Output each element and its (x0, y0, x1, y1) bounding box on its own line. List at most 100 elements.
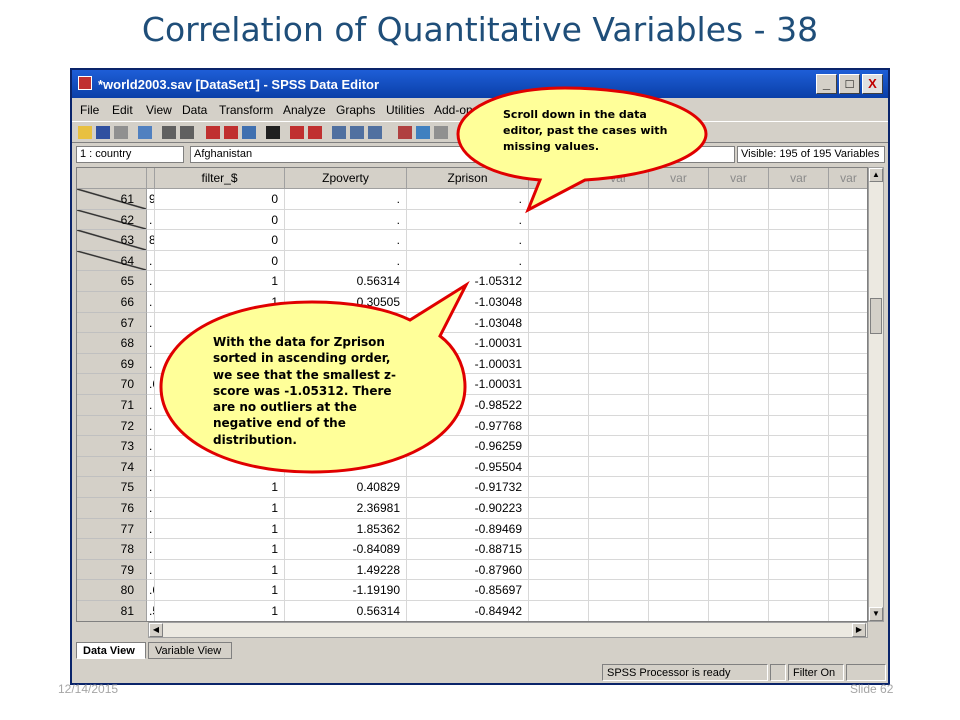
undo-icon[interactable] (162, 126, 176, 139)
empty-cell[interactable] (829, 457, 867, 478)
empty-cell[interactable] (829, 292, 867, 313)
empty-cell[interactable] (709, 333, 769, 354)
empty-cell[interactable] (649, 209, 709, 231)
table-cell[interactable]: . (147, 436, 155, 457)
table-cell[interactable]: 9 (147, 189, 155, 210)
table-cell[interactable]: 1 (155, 271, 285, 292)
row-header[interactable]: 77 (77, 518, 147, 540)
table-cell[interactable]: -0.91732 (407, 477, 529, 498)
empty-cell[interactable] (649, 518, 709, 540)
empty-cell[interactable] (769, 312, 829, 334)
row-header[interactable]: 66 (77, 292, 147, 313)
empty-cell[interactable] (589, 333, 649, 354)
table-cell[interactable]: .6 (147, 374, 155, 395)
empty-cell[interactable] (769, 580, 829, 601)
table-cell[interactable]: -1.03048 (407, 292, 529, 313)
table-cell[interactable]: -0.90223 (407, 498, 529, 519)
empty-cell[interactable] (589, 580, 649, 601)
row-header[interactable]: 69 (77, 353, 147, 375)
empty-cell[interactable] (529, 477, 589, 498)
empty-cell[interactable] (709, 539, 769, 560)
empty-cell[interactable] (649, 333, 709, 354)
table-cell[interactable]: . (147, 250, 155, 272)
vertical-scrollbar[interactable]: ▲ ▼ (868, 167, 884, 622)
table-cell[interactable]: . (147, 539, 155, 560)
empty-cell[interactable] (529, 292, 589, 313)
empty-cell[interactable] (649, 601, 709, 621)
empty-cell[interactable] (709, 230, 769, 251)
table-cell[interactable]: . (147, 271, 155, 292)
table-cell[interactable]: 1 (155, 518, 285, 540)
table-cell[interactable]: . (147, 477, 155, 498)
empty-cell[interactable] (529, 374, 589, 395)
table-cell[interactable] (285, 312, 407, 334)
empty-cell[interactable] (829, 436, 867, 457)
empty-cell[interactable] (769, 250, 829, 272)
table-cell[interactable]: 2.36981 (285, 498, 407, 519)
empty-cell[interactable] (649, 250, 709, 272)
empty-cell[interactable] (589, 189, 649, 210)
table-cell[interactable]: 1.49228 (285, 559, 407, 581)
empty-cell[interactable] (829, 251, 867, 272)
empty-cell[interactable] (649, 415, 709, 437)
variables-icon[interactable] (242, 126, 256, 139)
scroll-left-icon[interactable]: ◀ (149, 623, 163, 637)
weight-cases-icon[interactable] (350, 126, 364, 139)
redo-icon[interactable] (180, 126, 194, 139)
table-cell[interactable]: 1.85362 (285, 518, 407, 540)
empty-cell[interactable] (769, 456, 829, 478)
empty-cell[interactable] (589, 292, 649, 313)
row-header[interactable]: 63 (77, 230, 147, 251)
empty-cell[interactable] (829, 333, 867, 354)
column-header[interactable]: var (769, 168, 829, 189)
row-header[interactable]: 62 (77, 209, 147, 231)
empty-cell[interactable] (709, 518, 769, 540)
empty-cell[interactable] (589, 230, 649, 251)
row-header[interactable]: 70 (77, 374, 147, 395)
empty-cell[interactable] (649, 353, 709, 375)
table-cell[interactable]: -0.87960 (407, 559, 529, 581)
empty-cell[interactable] (589, 374, 649, 395)
table-cell[interactable]: 0.40829 (285, 477, 407, 498)
empty-cell[interactable] (829, 271, 867, 292)
empty-cell[interactable] (589, 559, 649, 581)
column-header[interactable] (147, 168, 155, 189)
table-cell[interactable]: -0.89469 (407, 518, 529, 540)
table-cell[interactable]: -0.96259 (407, 436, 529, 457)
table-cell[interactable]: 0 (155, 230, 285, 251)
table-cell[interactable]: -0.84089 (285, 539, 407, 560)
empty-cell[interactable] (649, 271, 709, 292)
column-header[interactable]: Zprison (407, 168, 529, 189)
table-cell[interactable]: 1 (155, 580, 285, 601)
save-icon[interactable] (96, 126, 110, 139)
print-icon[interactable] (114, 126, 128, 139)
table-cell[interactable]: -0.95504 (407, 456, 529, 478)
table-cell[interactable]: -0.98522 (407, 395, 529, 416)
empty-cell[interactable] (649, 189, 709, 210)
table-cell[interactable]: 1 (155, 559, 285, 581)
column-header[interactable]: var (649, 168, 709, 189)
empty-cell[interactable] (769, 333, 829, 354)
split-file-icon[interactable] (332, 126, 346, 139)
table-cell[interactable]: . (407, 189, 529, 210)
table-cell[interactable]: 0.56314 (285, 271, 407, 292)
tab-data-view[interactable]: Data View (76, 642, 146, 659)
horizontal-scrollbar[interactable]: ◀ ▶ (148, 622, 868, 638)
find-icon[interactable] (266, 126, 280, 139)
empty-cell[interactable] (649, 539, 709, 560)
empty-cell[interactable] (649, 374, 709, 395)
table-cell[interactable]: -1.00031 (407, 353, 529, 375)
column-header[interactable]: Zpoverty (285, 168, 407, 189)
empty-cell[interactable] (709, 353, 769, 375)
row-header[interactable]: 68 (77, 333, 147, 354)
table-cell[interactable]: -1.19190 (285, 580, 407, 601)
table-cell[interactable] (155, 312, 285, 334)
menu-data[interactable]: Data (182, 103, 207, 117)
table-cell[interactable] (285, 456, 407, 478)
empty-cell[interactable] (529, 601, 589, 621)
menu-view[interactable]: View (146, 103, 172, 117)
empty-cell[interactable] (769, 559, 829, 581)
empty-cell[interactable] (649, 395, 709, 416)
maximize-button[interactable]: □ (839, 74, 860, 94)
empty-cell[interactable] (709, 395, 769, 416)
